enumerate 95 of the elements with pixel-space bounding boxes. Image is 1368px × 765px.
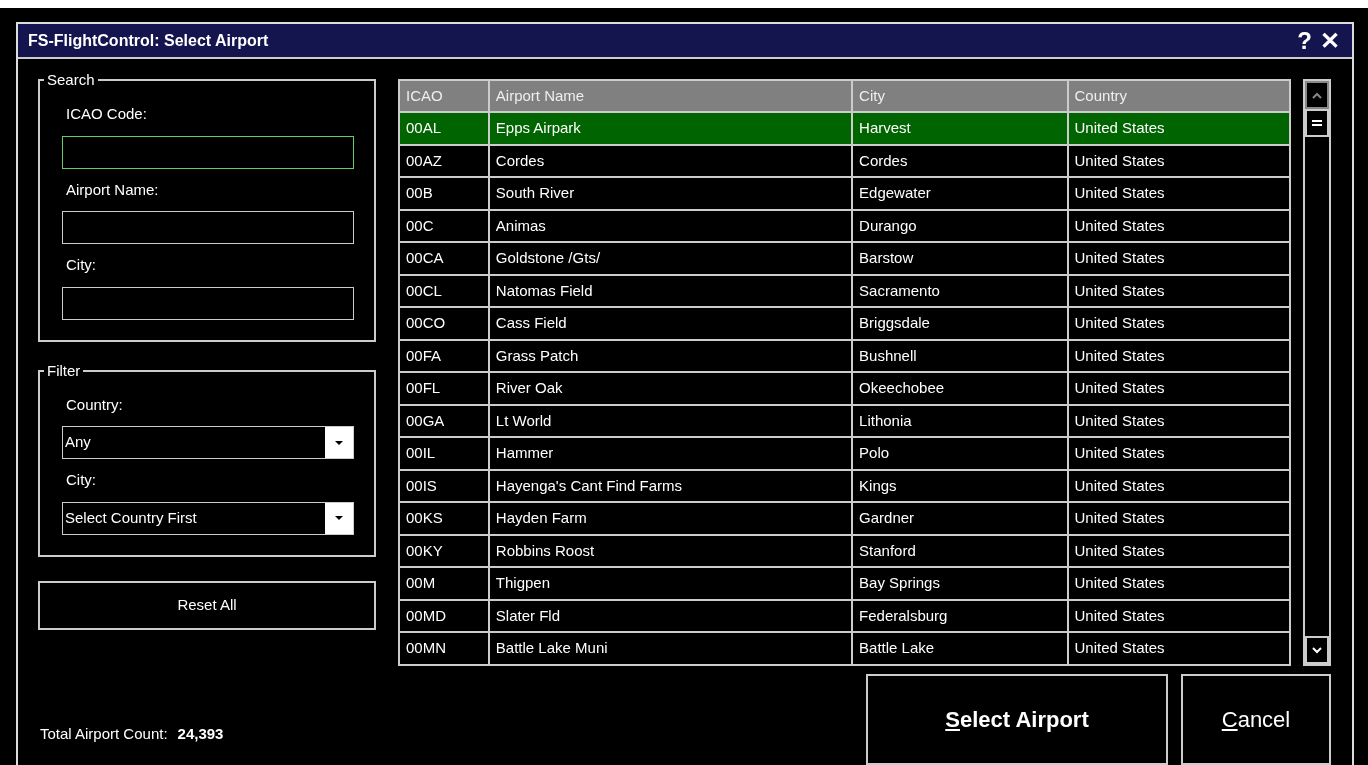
table-cell[interactable]: 00M xyxy=(399,567,489,600)
table-cell[interactable]: United States xyxy=(1067,372,1290,405)
table-cell[interactable]: United States xyxy=(1067,502,1290,535)
table-cell[interactable]: Grass Patch xyxy=(488,339,853,373)
input-field[interactable] xyxy=(62,211,354,244)
table-cell[interactable]: 00MD xyxy=(399,599,489,633)
table-cell[interactable]: Hayden Farm xyxy=(488,502,853,535)
field-label: City: xyxy=(66,255,97,275)
table-cell[interactable]: United States xyxy=(1067,534,1290,568)
table-cell[interactable]: Cordes xyxy=(852,144,1068,178)
table-cell[interactable]: Robbins Roost xyxy=(488,534,853,568)
select-airport-button[interactable]: Select Airport xyxy=(866,674,1168,765)
table-cell[interactable]: United States xyxy=(1067,307,1290,340)
down-caret-icon xyxy=(1312,646,1322,654)
table-cell[interactable]: Federalsburg xyxy=(852,599,1068,633)
table-cell[interactable]: Gardner xyxy=(852,502,1068,535)
field-label: ICAO Code: xyxy=(66,104,148,124)
table-cell[interactable]: Cordes xyxy=(488,144,853,178)
window-title: FS-FlightControl: Select Airport xyxy=(28,30,270,51)
help-button[interactable]: ? xyxy=(1293,28,1316,53)
cancel-button[interactable]: Cancel xyxy=(1181,674,1331,765)
table-cell[interactable]: United States xyxy=(1067,404,1290,438)
table-cell[interactable]: United States xyxy=(1067,144,1290,178)
table-cell[interactable]: 00CL xyxy=(399,274,489,308)
table-cell[interactable]: Slater Fld xyxy=(488,599,853,633)
table-cell[interactable]: United States xyxy=(1067,242,1290,275)
table-cell[interactable]: United States xyxy=(1067,177,1290,210)
scroll-down-button[interactable] xyxy=(1305,636,1329,664)
table-cell[interactable]: 00IS xyxy=(399,469,489,503)
table-cell[interactable]: 00MN xyxy=(399,632,489,665)
table-cell[interactable]: 00GA xyxy=(399,404,489,438)
table-cell[interactable]: 00FL xyxy=(399,372,489,405)
table-cell[interactable]: Stanford xyxy=(852,534,1068,568)
dropdown[interactable]: Select Country First xyxy=(62,501,354,535)
table-cell[interactable]: Bay Springs xyxy=(852,567,1068,600)
table-cell[interactable]: United States xyxy=(1067,632,1290,665)
table-cell[interactable]: United States xyxy=(1067,599,1290,633)
table-cell[interactable]: 00CO xyxy=(399,307,489,340)
table-cell[interactable]: Hayenga's Cant Find Farms xyxy=(488,469,853,503)
table-cell[interactable]: 00KY xyxy=(399,534,489,568)
dropdown[interactable]: Any xyxy=(62,426,354,459)
total-count: 24,393 xyxy=(177,723,224,744)
table-cell[interactable]: Lt World xyxy=(488,404,853,438)
table-cell[interactable]: Durango xyxy=(852,209,1068,243)
input-field[interactable] xyxy=(62,135,354,169)
table-cell[interactable]: United States xyxy=(1067,339,1290,373)
dropdown-caret-icon xyxy=(335,516,343,520)
table-cell[interactable]: United States xyxy=(1067,469,1290,503)
field-label: City: xyxy=(66,470,97,490)
table-cell[interactable]: Kings xyxy=(852,469,1068,503)
table-cell[interactable]: Battle Lake xyxy=(852,632,1068,665)
table-cell[interactable]: Epps Airpark xyxy=(488,112,853,145)
field-label: Airport Name: xyxy=(66,179,160,200)
input-field[interactable] xyxy=(62,286,354,320)
table-cell[interactable]: 00C xyxy=(399,209,489,243)
reset-button[interactable]: Reset All xyxy=(38,580,376,630)
table-cell[interactable]: 00B xyxy=(399,177,489,210)
table-cell[interactable]: Bushnell xyxy=(852,339,1068,373)
table-cell[interactable]: Natomas Field xyxy=(488,274,853,308)
table-cell[interactable]: 00FA xyxy=(399,339,489,373)
field-label: Country: xyxy=(66,394,124,415)
table-cell[interactable]: Cass Field xyxy=(488,307,853,340)
scroll-up-button[interactable] xyxy=(1305,81,1329,109)
table-cell[interactable]: United States xyxy=(1067,209,1290,243)
table-cell[interactable]: 00CA xyxy=(399,242,489,275)
close-button[interactable]: ✕ xyxy=(1316,28,1344,53)
scrollbar[interactable] xyxy=(1303,79,1331,666)
table-cell[interactable]: 00KS xyxy=(399,502,489,535)
table-cell[interactable]: 00IL xyxy=(399,437,489,470)
table-cell[interactable]: Sacramento xyxy=(852,274,1068,308)
table-cell[interactable]: Hammer xyxy=(488,437,853,470)
table-cell[interactable]: Barstow xyxy=(852,242,1068,275)
table-cell[interactable]: 00AZ xyxy=(399,144,489,178)
grip-icon xyxy=(1312,119,1322,127)
table-cell[interactable]: United States xyxy=(1067,274,1290,308)
table-cell[interactable]: Lithonia xyxy=(852,404,1068,438)
table-cell[interactable]: Okeechobee xyxy=(852,372,1068,405)
table-cell[interactable]: Battle Lake Muni xyxy=(488,632,853,665)
table-cell[interactable]: South River xyxy=(488,177,853,210)
table-cell[interactable]: United States xyxy=(1067,437,1290,470)
dropdown-caret-icon xyxy=(335,440,343,445)
table-cell[interactable]: Animas xyxy=(488,209,853,243)
up-caret-icon xyxy=(1312,91,1322,99)
table-cell[interactable]: Edgewater xyxy=(852,177,1068,210)
table-cell[interactable]: Polo xyxy=(852,437,1068,470)
table-cell[interactable]: Harvest xyxy=(852,112,1068,145)
scroll-thumb[interactable] xyxy=(1305,109,1329,137)
table-cell[interactable]: United States xyxy=(1067,112,1290,145)
table-cell[interactable]: Thigpen xyxy=(488,567,853,600)
table-cell[interactable]: Goldstone /Gts/ xyxy=(488,242,853,275)
table-cell[interactable]: River Oak xyxy=(488,372,853,405)
table-cell[interactable]: United States xyxy=(1067,567,1290,600)
total-label: Total Airport Count: xyxy=(40,723,168,744)
table-cell[interactable]: 00AL xyxy=(399,112,489,145)
table-cell[interactable]: Briggsdale xyxy=(852,307,1068,340)
